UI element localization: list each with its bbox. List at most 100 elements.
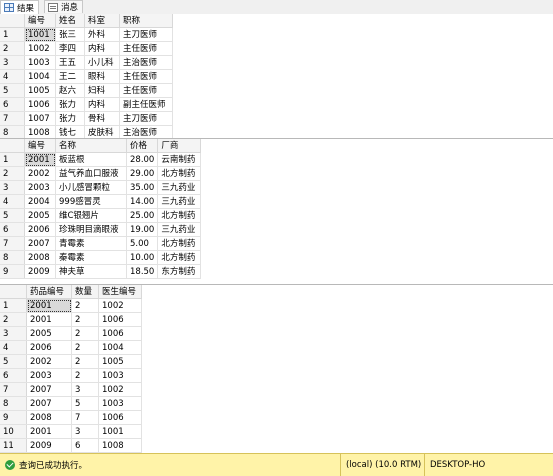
row-number[interactable]: 6 — [0, 97, 25, 112]
cell[interactable]: 1002 — [98, 382, 142, 397]
cell[interactable]: 骨科 — [84, 111, 120, 126]
cell[interactable]: 珍珠明目滴眼液 — [55, 222, 127, 237]
cell[interactable]: 2001 — [24, 152, 56, 167]
table-row[interactable]: 1 2001 2 1002 — [0, 298, 142, 313]
cell[interactable]: 益气养血口服液 — [55, 166, 127, 181]
row-number[interactable]: 7 — [0, 236, 25, 251]
table-row[interactable]: 6 1006 张力 内科 副主任医师 — [0, 97, 173, 112]
column-header[interactable]: 药品编号 — [26, 285, 72, 299]
table-row[interactable]: 5 2005 维C银翘片 25.00 北方制药 — [0, 208, 202, 223]
table-row[interactable]: 3 2003 小儿感冒颗粒 35.00 三九药业 — [0, 180, 202, 195]
cell[interactable]: 2 — [71, 326, 99, 341]
cell[interactable]: 内科 — [84, 97, 120, 112]
cell[interactable]: 小儿科 — [84, 55, 120, 70]
cell[interactable]: 2003 — [24, 180, 56, 195]
column-header[interactable]: 姓名 — [55, 14, 85, 28]
cell[interactable]: 张力 — [55, 97, 85, 112]
cell[interactable]: 小儿感冒颗粒 — [55, 180, 127, 195]
row-number[interactable]: 3 — [0, 326, 27, 341]
cell[interactable]: 1001 — [24, 27, 56, 42]
cell[interactable]: 主任医师 — [119, 83, 173, 98]
cell[interactable]: 3 — [71, 382, 99, 397]
cell[interactable]: 14.00 — [126, 194, 159, 209]
row-number[interactable]: 4 — [0, 340, 27, 355]
grid-corner[interactable] — [0, 285, 27, 299]
row-number[interactable]: 1 — [0, 27, 25, 42]
cell[interactable]: 5 — [71, 396, 99, 411]
cell[interactable]: 3 — [71, 424, 99, 439]
cell[interactable]: 眼科 — [84, 69, 120, 84]
cell[interactable]: 29.00 — [126, 166, 159, 181]
table-row[interactable]: 7 1007 张力 骨科 主刀医师 — [0, 111, 173, 126]
cell[interactable]: 2007 — [26, 382, 72, 397]
column-header[interactable]: 厂商 — [157, 139, 202, 153]
cell[interactable]: 2009 — [24, 264, 56, 279]
table-row[interactable]: 1 1001 张三 外科 主刀医师 — [0, 27, 173, 42]
row-number[interactable]: 10 — [0, 424, 27, 439]
cell[interactable]: 神夫草 — [55, 264, 127, 279]
table-row[interactable]: 6 2003 2 1003 — [0, 368, 142, 383]
cell[interactable]: 2009 — [26, 438, 72, 453]
table-row[interactable]: 1 2001 板蓝根 28.00 云南制药 — [0, 152, 202, 167]
cell[interactable]: 1003 — [24, 55, 56, 70]
cell[interactable]: 1005 — [24, 83, 56, 98]
column-header[interactable]: 编号 — [24, 14, 56, 28]
row-number[interactable]: 7 — [0, 382, 27, 397]
cell[interactable]: 外科 — [84, 27, 120, 42]
cell[interactable]: 1006 — [98, 326, 142, 341]
row-number[interactable]: 5 — [0, 354, 27, 369]
grid-corner[interactable] — [0, 14, 25, 28]
row-number[interactable]: 3 — [0, 180, 25, 195]
cell[interactable]: 妇科 — [84, 83, 120, 98]
cell[interactable]: 1004 — [98, 340, 142, 355]
cell[interactable]: 6 — [71, 438, 99, 453]
tab-results[interactable]: 结果 — [0, 0, 40, 14]
row-number[interactable]: 5 — [0, 83, 25, 98]
cell[interactable]: 主治医师 — [119, 55, 173, 70]
cell[interactable]: 1006 — [98, 312, 142, 327]
cell[interactable]: 2006 — [26, 340, 72, 355]
cell[interactable]: 李四 — [55, 41, 85, 56]
cell[interactable]: 1003 — [98, 368, 142, 383]
cell[interactable]: 张力 — [55, 111, 85, 126]
cell[interactable]: 2003 — [26, 368, 72, 383]
cell[interactable]: 2008 — [26, 410, 72, 425]
row-number[interactable]: 6 — [0, 368, 27, 383]
table-row[interactable]: 2 1002 李四 内科 主任医师 — [0, 41, 173, 56]
cell[interactable]: 北方制药 — [157, 166, 202, 181]
cell[interactable]: 云南制药 — [157, 152, 202, 167]
cell[interactable]: 2007 — [26, 396, 72, 411]
table-row[interactable]: 3 2005 2 1006 — [0, 326, 142, 341]
cell[interactable]: 2005 — [24, 208, 56, 223]
table-row[interactable]: 3 1003 王五 小儿科 主治医师 — [0, 55, 173, 70]
result-grid-prescriptions[interactable]: 药品编号 数量 医生编号 1 2001 2 1002 2 2001 2 1006 3 2005 2 1006… — [0, 284, 553, 454]
cell[interactable]: 主任医师 — [119, 41, 173, 56]
cell[interactable]: 主刀医师 — [119, 27, 173, 42]
table-row[interactable]: 6 2006 珍珠明目滴眼液 19.00 三九药业 — [0, 222, 202, 237]
cell[interactable]: 王五 — [55, 55, 85, 70]
cell[interactable]: 2001 — [26, 424, 72, 439]
table-row[interactable]: 8 2008 秦霉素 10.00 北方制药 — [0, 250, 202, 265]
row-number[interactable]: 2 — [0, 166, 25, 181]
table-row[interactable]: 5 2002 2 1005 — [0, 354, 142, 369]
row-number[interactable]: 5 — [0, 208, 25, 223]
cell[interactable]: 1006 — [24, 97, 56, 112]
cell[interactable]: 2006 — [24, 222, 56, 237]
table-row[interactable]: 5 1005 赵六 妇科 主任医师 — [0, 83, 173, 98]
column-header[interactable]: 医生编号 — [98, 285, 142, 299]
column-header[interactable]: 科室 — [84, 14, 120, 28]
row-number[interactable]: 4 — [0, 69, 25, 84]
row-number[interactable]: 8 — [0, 250, 25, 265]
cell[interactable]: 北方制药 — [157, 236, 202, 251]
row-number[interactable]: 8 — [0, 396, 27, 411]
row-number[interactable]: 1 — [0, 298, 27, 313]
cell[interactable]: 1006 — [98, 410, 142, 425]
cell[interactable]: 1003 — [98, 396, 142, 411]
cell[interactable]: 2 — [71, 312, 99, 327]
cell[interactable]: 1002 — [24, 41, 56, 56]
table-row[interactable]: 11 2009 6 1008 — [0, 438, 142, 453]
column-header[interactable]: 编号 — [24, 139, 56, 153]
cell[interactable]: 1004 — [24, 69, 56, 84]
cell[interactable]: 三九药业 — [157, 194, 202, 209]
cell[interactable]: 2001 — [26, 298, 72, 313]
